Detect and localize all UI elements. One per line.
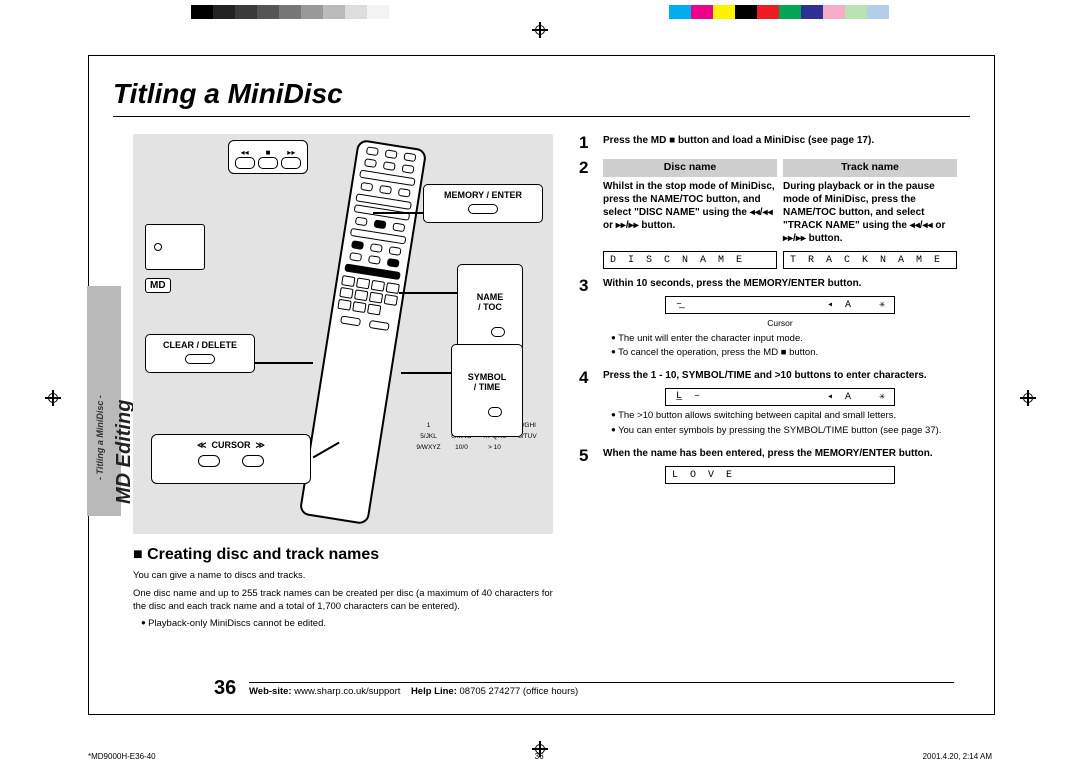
remote-illustration <box>299 139 428 525</box>
lcd-char-entry: L̲ – ◂ A ✳ <box>665 388 895 406</box>
clear-delete-callout: CLEAR / DELETE <box>145 334 255 373</box>
registration-mark-icon <box>45 390 61 406</box>
page-frame: Titling a MiniDisc MD Editing - Titling … <box>88 55 995 715</box>
track-name-header: Track name <box>783 159 957 177</box>
section-heading: Creating disc and track names <box>133 546 553 564</box>
step-2: 2 Disc name Track name Whilst in the sto… <box>579 159 957 269</box>
intro-paragraph-1: You can give a name to discs and tracks. <box>133 570 553 583</box>
name-toc-callout: NAME / TOC <box>457 264 523 357</box>
lcd-cursor: –̲ ◂ A ✳ <box>665 296 895 314</box>
step-4: 4 Press the 1 - 10, SYMBOL/TIME and >10 … <box>579 369 957 439</box>
side-tab-sub: - Titling a MiniDisc - <box>95 300 105 480</box>
lcd-disc-name: D I S C N A M E <box>603 251 777 269</box>
side-tab: MD Editing - Titling a MiniDisc - <box>87 286 121 516</box>
footer: Web-site: www.sharp.co.uk/support Help L… <box>249 682 954 697</box>
intro-bullet: Playback-only MiniDiscs cannot be edited… <box>141 618 553 629</box>
registration-mark-icon <box>1020 390 1036 406</box>
illustration-area: ◂◂ ■ ▸▸ 12/ABC3/DEF4/GHI <box>133 134 553 534</box>
memory-enter-callout: MEMORY / ENTER <box>423 184 543 223</box>
step-3: 3 Within 10 seconds, press the MEMORY/EN… <box>579 277 957 362</box>
left-column: Creating disc and track names You can gi… <box>133 546 553 629</box>
symbol-time-callout: SYMBOL / TIME <box>451 344 523 437</box>
step-5: 5 When the name has been entered, press … <box>579 447 957 488</box>
page-title: Titling a MiniDisc <box>113 78 970 110</box>
page-number: 36 <box>214 677 236 700</box>
disc-name-header: Disc name <box>603 159 777 177</box>
title-row: Titling a MiniDisc <box>113 78 970 117</box>
md-tag: MD <box>145 278 171 293</box>
intro-paragraph-2: One disc name and up to 255 track names … <box>133 588 553 614</box>
cursor-callout: ≪ CURSOR ≫ <box>151 434 311 484</box>
play-controls-callout: ◂◂ ■ ▸▸ <box>228 140 308 174</box>
registration-mark-icon <box>532 22 548 38</box>
md-disc-icon: MD <box>145 224 227 293</box>
print-metadata: *MD9000H-E36-40 36 2001.4.20, 2:14 AM <box>88 740 992 761</box>
step-1: 1 Press the MD ■ button and load a MiniD… <box>579 134 957 151</box>
lcd-track-name: T R A C K N A M E <box>783 251 957 269</box>
registration-bar <box>0 5 1080 19</box>
lcd-final: L O V E <box>665 466 895 484</box>
steps-column: 1 Press the MD ■ button and load a MiniD… <box>579 134 957 496</box>
